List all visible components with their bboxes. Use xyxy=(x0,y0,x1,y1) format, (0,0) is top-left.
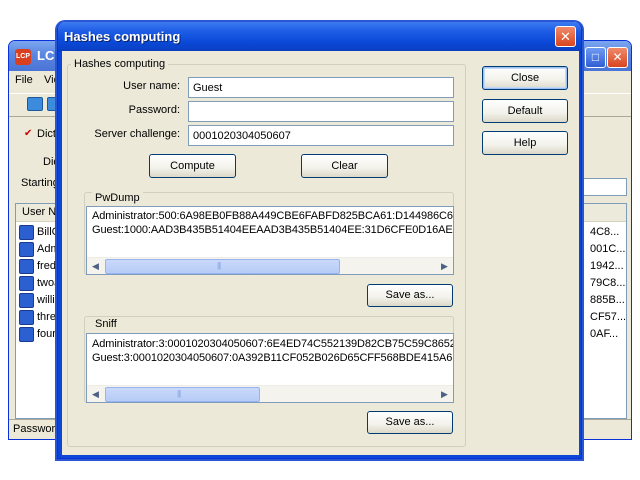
pwdump-line[interactable]: Administrator:500:6A98EB0FB88A449CBE6FAB… xyxy=(92,210,453,222)
default-button[interactable]: Default xyxy=(482,99,568,123)
scroll-right-arrow-icon[interactable]: ▶ xyxy=(436,386,453,402)
lcp-app-icon: LCP xyxy=(15,49,31,65)
pwdump-horizontal-scrollbar[interactable]: ◀ ||| ▶ xyxy=(87,257,453,274)
sniff-line[interactable]: Guest:3:0001020304050607:0A392B11CF052B0… xyxy=(92,352,453,364)
sniff-scroll-thumb[interactable] xyxy=(105,387,260,402)
password-input[interactable] xyxy=(188,101,454,122)
pwdump-scroll-thumb[interactable] xyxy=(105,259,340,274)
sniff-output-list[interactable]: Administrator:3:0001020304050607:6E4ED74… xyxy=(86,333,454,403)
starting-label: Starting xyxy=(21,177,59,189)
save-sniff-button[interactable]: Save as... xyxy=(367,411,453,434)
dialog-title-bar[interactable]: Hashes computing ✕ xyxy=(58,22,581,51)
scroll-grip-icon: ||| xyxy=(217,261,221,270)
user-icon xyxy=(19,276,34,291)
pwdump-group-title: PwDump xyxy=(92,192,143,204)
close-button[interactable]: Close xyxy=(482,66,568,90)
password-label: Password: xyxy=(128,104,180,116)
help-button[interactable]: Help xyxy=(482,131,568,155)
open-folder-icon[interactable] xyxy=(27,97,43,111)
list-item-hash: 1942... xyxy=(590,260,624,272)
dictionary-check-icon[interactable]: ✔ xyxy=(24,128,32,139)
dialog-border-right xyxy=(579,51,581,458)
user-icon xyxy=(19,310,34,325)
compute-button[interactable]: Compute xyxy=(149,154,236,178)
lcp-maximize-button[interactable]: □ xyxy=(585,47,606,68)
user-icon xyxy=(19,242,34,257)
dictionary-label: Dict xyxy=(37,128,56,140)
pwdump-output-list[interactable]: Administrator:500:6A98EB0FB88A449CBE6FAB… xyxy=(86,206,454,275)
dialog-title: Hashes computing xyxy=(64,29,181,44)
lcp-menu-file[interactable]: File xyxy=(15,74,33,86)
lcp-starting-field[interactable] xyxy=(577,178,627,196)
pwdump-line[interactable]: Guest:1000:AAD3B435B51404EEAAD3B435B5140… xyxy=(92,224,453,236)
scroll-right-arrow-icon[interactable]: ▶ xyxy=(436,258,453,274)
hashes-group-title: Hashes computing xyxy=(71,58,169,70)
list-item-hash: 79C8... xyxy=(590,277,626,289)
scroll-left-arrow-icon[interactable]: ◀ xyxy=(87,386,104,402)
username-input[interactable] xyxy=(188,77,454,98)
sniff-line[interactable]: Administrator:3:0001020304050607:6E4ED74… xyxy=(92,338,453,350)
sniff-horizontal-scrollbar[interactable]: ◀ ||| ▶ xyxy=(87,385,453,402)
lcp-close-button[interactable]: ✕ xyxy=(607,47,628,68)
scroll-left-arrow-icon[interactable]: ◀ xyxy=(87,258,104,274)
user-icon xyxy=(19,225,34,240)
list-item-hash: 885B... xyxy=(590,294,625,306)
sniff-group-title: Sniff xyxy=(92,318,120,330)
hashes-computing-dialog: Hashes computing ✕ Hashes computing User… xyxy=(57,22,582,459)
dialog-border-bottom xyxy=(58,455,581,458)
username-label: User name: xyxy=(123,80,180,92)
list-item-hash: CF57... xyxy=(590,311,627,323)
user-icon xyxy=(19,327,34,342)
save-pwdump-button[interactable]: Save as... xyxy=(367,284,453,307)
user-icon xyxy=(19,259,34,274)
server-challenge-input[interactable] xyxy=(188,125,454,146)
status-text: Password xyxy=(13,423,62,435)
clear-button[interactable]: Clear xyxy=(301,154,388,178)
list-item-hash: 4C8... xyxy=(590,226,620,238)
server-challenge-label: Server challenge: xyxy=(94,128,180,140)
list-item-hash: 0AF... xyxy=(590,328,619,340)
list-item-hash: 001C... xyxy=(590,243,626,255)
user-icon xyxy=(19,293,34,308)
close-icon[interactable]: ✕ xyxy=(555,26,576,47)
scroll-grip-icon: ||| xyxy=(177,389,181,398)
